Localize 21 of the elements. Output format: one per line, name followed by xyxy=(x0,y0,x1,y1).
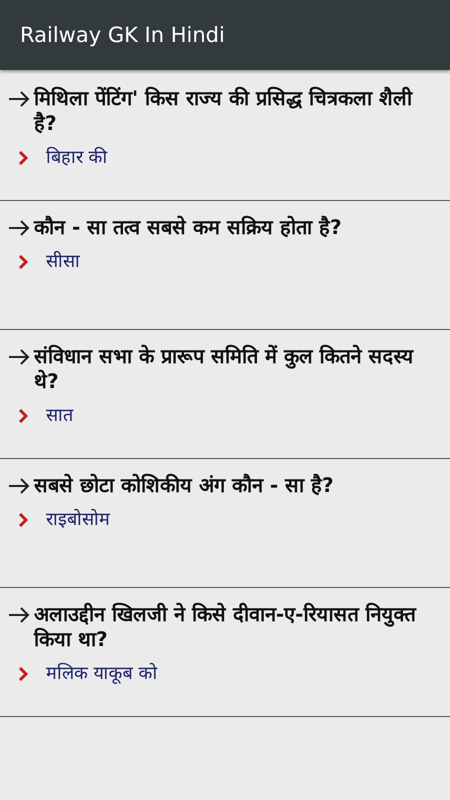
question-text: संविधान सभा के प्रारूप समिति में कुल कितने सदस्य थे? xyxy=(34,344,415,394)
chevron-right-icon xyxy=(18,255,28,269)
question-text: अलाउद्दीन खिलजी ने किसे दीवान-ए-रियासत नियुक्त किया था? xyxy=(34,602,418,652)
question-text: मिथिला पेंटिंग' किस राज्य की प्रसिद्ध चित्रकला शैली है? xyxy=(34,86,414,136)
question-text: कौन - सा तत्व सबसे कम सक्रिय होता है? xyxy=(34,215,342,240)
answer-text: राइबोसोम xyxy=(46,508,110,532)
answer-text: मलिक याकूब को xyxy=(46,662,158,686)
right-arrow-icon xyxy=(8,91,30,107)
right-arrow-icon xyxy=(8,478,30,494)
right-arrow-icon xyxy=(8,220,30,236)
chevron-right-icon xyxy=(18,667,28,681)
answer-text: सीसा xyxy=(46,250,80,274)
app-title: Railway GK In Hindi xyxy=(20,23,225,47)
answer-text: बिहार की xyxy=(46,146,108,170)
chevron-right-icon xyxy=(18,409,28,423)
chevron-right-icon xyxy=(18,513,28,527)
right-arrow-icon xyxy=(8,607,30,623)
right-arrow-icon xyxy=(8,349,30,365)
chevron-right-icon xyxy=(18,151,28,165)
question-text: सबसे छोटा कोशिकीय अंग कौन - सा है? xyxy=(34,473,334,498)
answer-text: सात xyxy=(46,404,73,428)
